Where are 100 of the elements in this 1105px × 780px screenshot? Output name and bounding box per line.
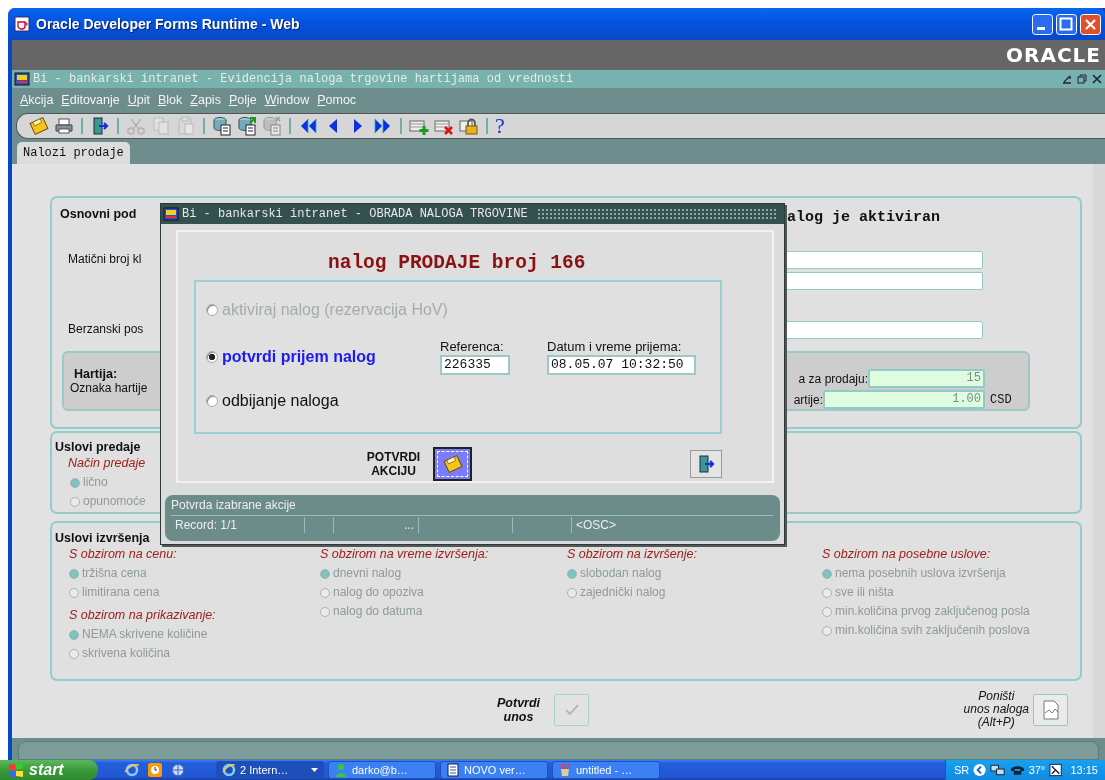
taskbar-button[interactable]: 2 Intern…: [216, 761, 324, 779]
currency-label: CSD: [989, 392, 1013, 407]
reference-field[interactable]: 226335: [440, 355, 510, 375]
group-title: S obzirom na izvršenje:: [567, 546, 697, 563]
section-title: Uslovi izvršenja: [55, 531, 151, 545]
hint-text: Potvrda izabrane akcije: [171, 498, 297, 512]
radio-label: NEMA skrivene količine: [82, 626, 208, 643]
tray-app-icon[interactable]: [1049, 763, 1063, 777]
start-button[interactable]: start: [0, 760, 98, 780]
group-title: S obzirom na prikazivanje:: [69, 607, 216, 624]
menu-item[interactable]: Pomoc: [313, 93, 361, 107]
help-button[interactable]: ?: [495, 115, 505, 137]
field-label: artije:: [793, 392, 823, 407]
radio-label: slobodan nalog: [580, 565, 662, 582]
browser-icon: [222, 763, 236, 777]
padlock-icon[interactable]: [459, 116, 479, 136]
door-arrow-icon: [696, 454, 716, 474]
document-icon: [446, 763, 460, 777]
status-text: alog je aktiviran: [786, 208, 942, 228]
quantity-field[interactable]: 15: [868, 369, 985, 388]
status-text: ...: [334, 516, 419, 533]
radio-label: sve ili ništa: [835, 584, 894, 601]
dialog-title: Bi - bankarski intranet - OBRADA NALOGA TRGOVINE: [182, 207, 528, 221]
restore-button[interactable]: [1076, 73, 1088, 85]
radio-label: nema posebnih uslova izvršenja: [835, 565, 1006, 582]
button-label: Poništi unos naloga (Alt+P): [963, 690, 1029, 729]
network-icon[interactable]: [990, 763, 1006, 777]
menu-item[interactable]: Editovanje: [57, 93, 124, 107]
clock-icon[interactable]: [147, 762, 163, 778]
cup-icon: [14, 16, 30, 32]
radio-button[interactable]: [206, 395, 218, 407]
double-right-arrow-icon[interactable]: [373, 116, 393, 136]
door-arrow-icon[interactable]: [90, 116, 110, 136]
phone-icon[interactable]: [1009, 764, 1025, 776]
radio-button[interactable]: [206, 351, 218, 363]
check-icon: [563, 702, 580, 717]
radio-label: limitirana cena: [82, 584, 160, 601]
radio-label: aktiviraj nalog (rezervacija HoV): [222, 301, 448, 319]
database-arrow-icon[interactable]: [237, 116, 257, 136]
field-label: Berzanski pos: [67, 321, 145, 338]
chevron-icon[interactable]: [973, 763, 987, 777]
group-title: Način predaje: [68, 455, 146, 472]
field-label: Oznaka hartije: [69, 381, 148, 395]
globe-icon[interactable]: [170, 762, 186, 778]
maximize-button[interactable]: [1056, 13, 1077, 35]
clock-text: 13:15: [1070, 764, 1098, 776]
radio-label: lično: [83, 474, 108, 491]
menu-item[interactable]: Blok: [154, 93, 187, 107]
group-title: S obzirom na posebne uslove:: [822, 546, 991, 563]
window-title: Bi - bankarski intranet - Evidencija naloga trgovine hartijama od vrednosti: [33, 72, 575, 86]
group-title: S obzirom na cenu:: [69, 546, 177, 563]
taskbar-button[interactable]: NOVO ver…: [440, 761, 548, 779]
taskbar-button[interactable]: darko@b…: [328, 761, 436, 779]
double-left-arrow-icon[interactable]: [298, 116, 318, 136]
menu-item[interactable]: Akcija: [16, 93, 58, 107]
field-label: Datum i vreme prijema:: [547, 339, 683, 354]
document-icon: [1041, 699, 1060, 720]
radio-label: opunomoće: [83, 493, 146, 510]
button-label: Potvrdi unos: [497, 695, 541, 724]
radio-label: tržišna cena: [82, 565, 147, 582]
date-time-field[interactable]: 08.05.07 10:32:50: [547, 355, 696, 375]
database-icon[interactable]: [212, 116, 232, 136]
browser-icon[interactable]: [124, 762, 140, 778]
radio-label: nalog do opoziva: [333, 584, 424, 601]
section-title: Uslovi predaje: [55, 440, 141, 454]
text-field[interactable]: [785, 272, 983, 290]
tab[interactable]: Nalozi prodaje: [17, 142, 130, 164]
temperature-text: 37°: [1028, 764, 1046, 776]
app-icon: [163, 206, 179, 222]
radio-label: zajednički nalog: [580, 584, 666, 601]
flag-icon: [8, 762, 24, 778]
save-button[interactable]: [433, 447, 472, 481]
radio-label: skrivena količina: [82, 645, 171, 662]
button-label: POTVRDI AKCIJU: [365, 450, 422, 478]
radio-label: min.količina svih zaključenih poslova: [835, 622, 1030, 639]
menu-item[interactable]: Upit: [123, 93, 154, 107]
cancel-button[interactable]: [1033, 693, 1068, 726]
radio-label: dnevni nalog: [333, 565, 402, 582]
text-field[interactable]: [785, 321, 983, 339]
menu-item[interactable]: Polje: [224, 93, 261, 107]
record-counter: Record: 1/1: [171, 516, 305, 533]
window-title: Oracle Developer Forms Runtime - Web: [36, 16, 301, 32]
close-button[interactable]: [1091, 73, 1103, 85]
language-indicator: SR: [954, 764, 970, 776]
section-title: Hartija:: [73, 366, 119, 381]
radio-label: potvrdi prijem nalog: [222, 348, 376, 366]
exit-button[interactable]: [690, 450, 722, 478]
field-label: Matični broj kl: [67, 251, 143, 268]
paint-cup-icon: [558, 763, 572, 777]
taskbar-button[interactable]: untitled - …: [552, 761, 660, 779]
radio-label: min.količina prvog zaključenog posla: [835, 603, 1030, 620]
dialog-heading: nalog PRODAJE broj 166: [328, 252, 587, 274]
price-field[interactable]: 1.00: [823, 390, 985, 409]
app-icon: [14, 71, 30, 87]
menu-item[interactable]: Window: [260, 93, 314, 107]
logo-text: ORACLE: [1006, 43, 1101, 67]
menu-item[interactable]: Zapis: [186, 93, 225, 107]
section-title: Osnovni pod: [59, 206, 138, 223]
text-field[interactable]: [785, 251, 983, 269]
printer-icon[interactable]: [54, 116, 74, 136]
